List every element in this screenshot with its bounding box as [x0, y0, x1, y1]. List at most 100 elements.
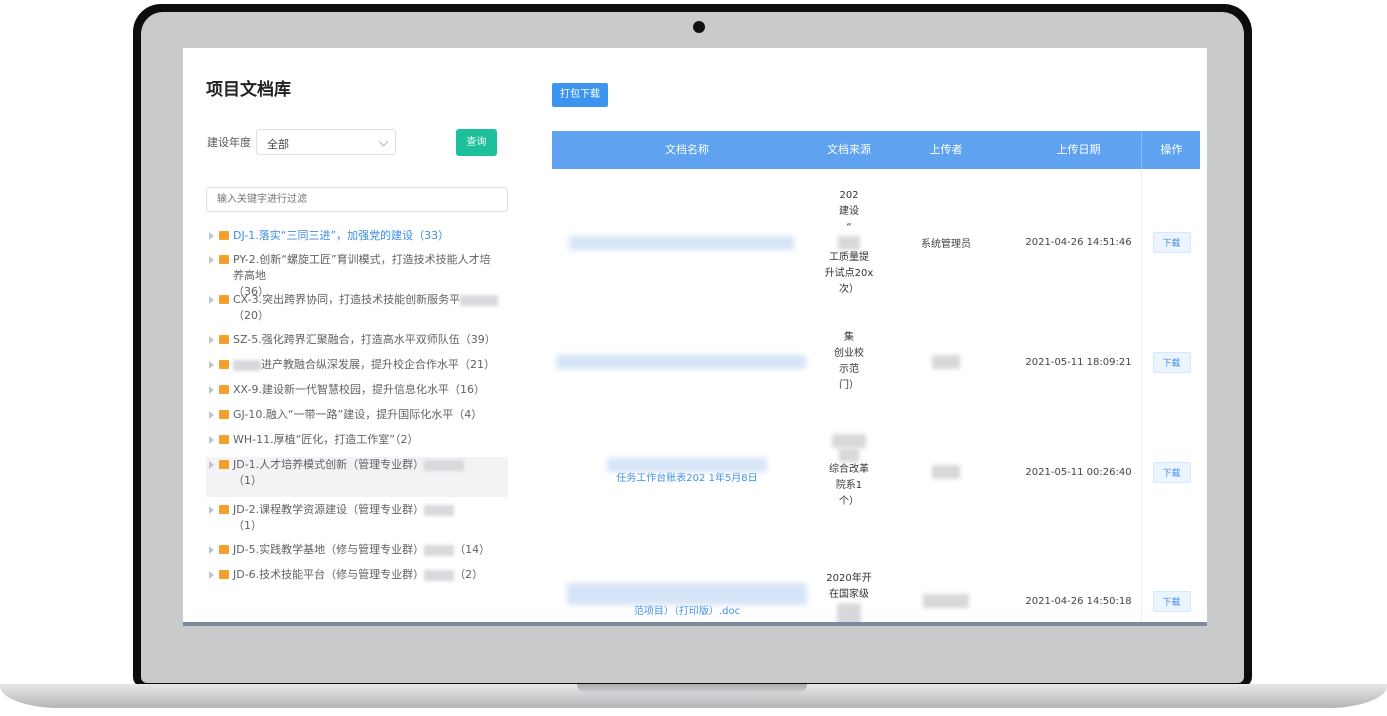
download-button[interactable]: 下载 — [1152, 351, 1191, 373]
tree-item-count: （21） — [459, 358, 495, 371]
page-title: 项目文档库 — [206, 80, 291, 100]
source-line: 院系1 — [835, 480, 863, 491]
keyword-filter-input[interactable] — [206, 187, 508, 212]
source-line: 2020年开 — [826, 573, 872, 584]
caret-right-icon[interactable] — [209, 296, 214, 304]
document-table: 文档名称 文档来源 上传者 上传日期 操作 202 建设 “ 工质量提 升试点2… — [552, 131, 1200, 626]
tree-item[interactable]: XX-9.建设新一代智慧校园，提升信息化水平（16） — [206, 382, 508, 398]
screen: 项目文档库 建设年度 全部 查询 DJ-1.落实“三同三进”，加强党的建设（33… — [183, 48, 1207, 626]
folder-icon — [219, 435, 229, 444]
caret-right-icon[interactable] — [209, 546, 214, 554]
column-header-name: 文档名称 — [665, 143, 709, 156]
tree-item-label: JD-6.技术技能平台（修与管理专业群） — [233, 568, 425, 581]
caret-right-icon[interactable] — [209, 461, 214, 469]
table-row: 集 创业校 示范 门） 2021-05-11 18:09:21 下载 — [552, 316, 1200, 409]
tree-item[interactable]: JD-1.人才培养模式创新（管理专业群） （1） — [206, 457, 508, 497]
tree-item[interactable]: GJ-10.融入“一带一路”建设，提升国际化水平（4） — [206, 407, 508, 423]
redacted-text — [460, 294, 499, 306]
caret-right-icon[interactable] — [209, 336, 214, 344]
folder-icon — [219, 570, 229, 579]
upload-date-cell: 2021-04-26 14:51:46 — [1025, 237, 1132, 248]
table-row: 范项目）（打印版）.doc 2020年开 在国家级 2021-04-26 14:… — [552, 536, 1200, 626]
source-line: 个） — [839, 496, 859, 507]
tree-item-label: 进产教融合纵深发展，提升校企合作水平 — [261, 358, 459, 371]
action-cell: 下载 — [1141, 536, 1200, 626]
tree-item-count: （39） — [459, 333, 496, 346]
download-button[interactable]: 下载 — [1152, 590, 1191, 612]
folder-icon — [219, 545, 229, 554]
source-line: 工质量提 — [829, 251, 869, 263]
redacted-text — [838, 235, 860, 250]
uploader-cell — [876, 536, 1016, 626]
source-line: 建设 — [839, 205, 859, 217]
folder-icon — [219, 460, 229, 469]
doc-link[interactable]: 范项目）（打印版）.doc — [628, 605, 746, 619]
redacted-text — [556, 355, 806, 369]
tree-item-label: CX-3.突出跨界协同，打造技术技能创新服务平 — [233, 293, 461, 306]
folder-icon — [219, 295, 229, 304]
source-line: 门） — [839, 380, 859, 391]
redacted-text — [832, 434, 866, 448]
tree-item[interactable]: JD-2.课程教学资源建设（管理专业群） （1） — [206, 502, 508, 534]
doc-name-cell[interactable] — [552, 169, 822, 316]
source-line: 创业校 — [834, 348, 864, 359]
caret-right-icon[interactable] — [209, 411, 214, 419]
tree-item-label: JD-2.课程教学资源建设（管理专业群） — [233, 503, 425, 516]
caret-right-icon[interactable] — [209, 232, 214, 240]
tree-item[interactable]: 进产教融合纵深发展，提升校企合作水平（21） — [206, 357, 508, 373]
action-cell: 下载 — [1141, 316, 1200, 408]
caret-right-icon[interactable] — [209, 506, 214, 514]
tree-item-count: （2） — [395, 433, 419, 446]
year-select[interactable]: 全部 — [256, 129, 396, 155]
pack-download-button[interactable]: 打包下载 — [552, 83, 608, 107]
source-line: 202 — [839, 189, 859, 201]
chevron-down-icon — [378, 136, 389, 147]
table-header: 文档名称 文档来源 上传者 上传日期 操作 — [552, 131, 1200, 169]
uploader-cell: 系统管理员 — [921, 239, 971, 250]
column-header-date: 上传日期 — [1056, 143, 1101, 156]
action-cell: 下载 — [1141, 408, 1200, 536]
redacted-text — [932, 355, 960, 369]
year-label: 建设年度 — [207, 136, 251, 149]
doc-name-cell[interactable] — [552, 316, 822, 408]
doc-link[interactable]: 任务工作台账表202 1年5月8日 — [610, 472, 763, 486]
doc-source-cell: 2020年开 在国家级 — [822, 536, 876, 626]
redacted-text — [424, 504, 455, 516]
uploader-cell — [876, 316, 1016, 408]
tree-item[interactable]: WH-11.厚植“匠化，打造工作室”（2） — [206, 432, 508, 448]
tree-item[interactable]: JD-5.实践教学基地（修与管理专业群） （14） — [206, 542, 508, 558]
doc-source-cell: 综合改革 院系1 个） — [822, 408, 876, 536]
tree-item-count: （16） — [449, 383, 485, 396]
caret-right-icon[interactable] — [209, 256, 214, 264]
caret-right-icon[interactable] — [209, 386, 214, 394]
column-header-source: 文档来源 — [827, 143, 871, 156]
doc-name-cell[interactable]: 任务工作台账表202 1年5月8日 — [552, 408, 822, 536]
tree-item[interactable]: JD-6.技术技能平台（修与管理专业群） （2） — [206, 567, 508, 583]
source-line: 综合改革 — [829, 464, 869, 475]
upload-date-cell: 2021-04-26 14:50:18 — [1025, 595, 1132, 607]
caret-right-icon[interactable] — [209, 361, 214, 369]
redacted-text — [233, 359, 261, 371]
upload-date-cell: 2021-05-11 00:26:40 — [1025, 466, 1132, 478]
download-button[interactable]: 下载 — [1152, 461, 1191, 483]
tree-item-label: WH-11.厚植“匠化，打造工作室” — [233, 433, 396, 446]
tree-item-label: XX-9.建设新一代智慧校园，提升信息化水平 — [233, 383, 449, 396]
doc-name-cell[interactable]: 范项目）（打印版）.doc — [552, 536, 822, 626]
caret-right-icon[interactable] — [209, 571, 214, 579]
redacted-text — [424, 544, 455, 556]
redacted-text — [839, 448, 859, 462]
tree-item-count: （33） — [413, 229, 450, 242]
tree-item-label: GJ-10.融入“一带一路”建设，提升国际化水平 — [233, 408, 454, 421]
tree-item[interactable]: SZ-5.强化跨界汇聚融合，打造高水平双师队伍（39） — [206, 332, 508, 348]
tree-item[interactable]: CX-3.突出跨界协同，打造技术技能创新服务平 （20） — [206, 292, 508, 324]
tree-item-label: JD-5.实践教学基地（修与管理专业群） — [233, 543, 425, 556]
redacted-text — [424, 569, 455, 581]
query-button[interactable]: 查询 — [456, 129, 497, 156]
screen-bottom-edge — [183, 622, 1207, 626]
tree-item-label: SZ-5.强化跨界汇聚融合，打造高水平双师队伍 — [233, 333, 460, 346]
tree-item[interactable]: DJ-1.落实“三同三进”，加强党的建设（33） — [206, 228, 508, 244]
source-line: 升试点20x — [824, 267, 874, 279]
tree-item-label: JD-1.人才培养模式创新（管理专业群） — [233, 458, 425, 471]
caret-right-icon[interactable] — [209, 436, 214, 444]
download-button[interactable]: 下载 — [1152, 232, 1191, 253]
